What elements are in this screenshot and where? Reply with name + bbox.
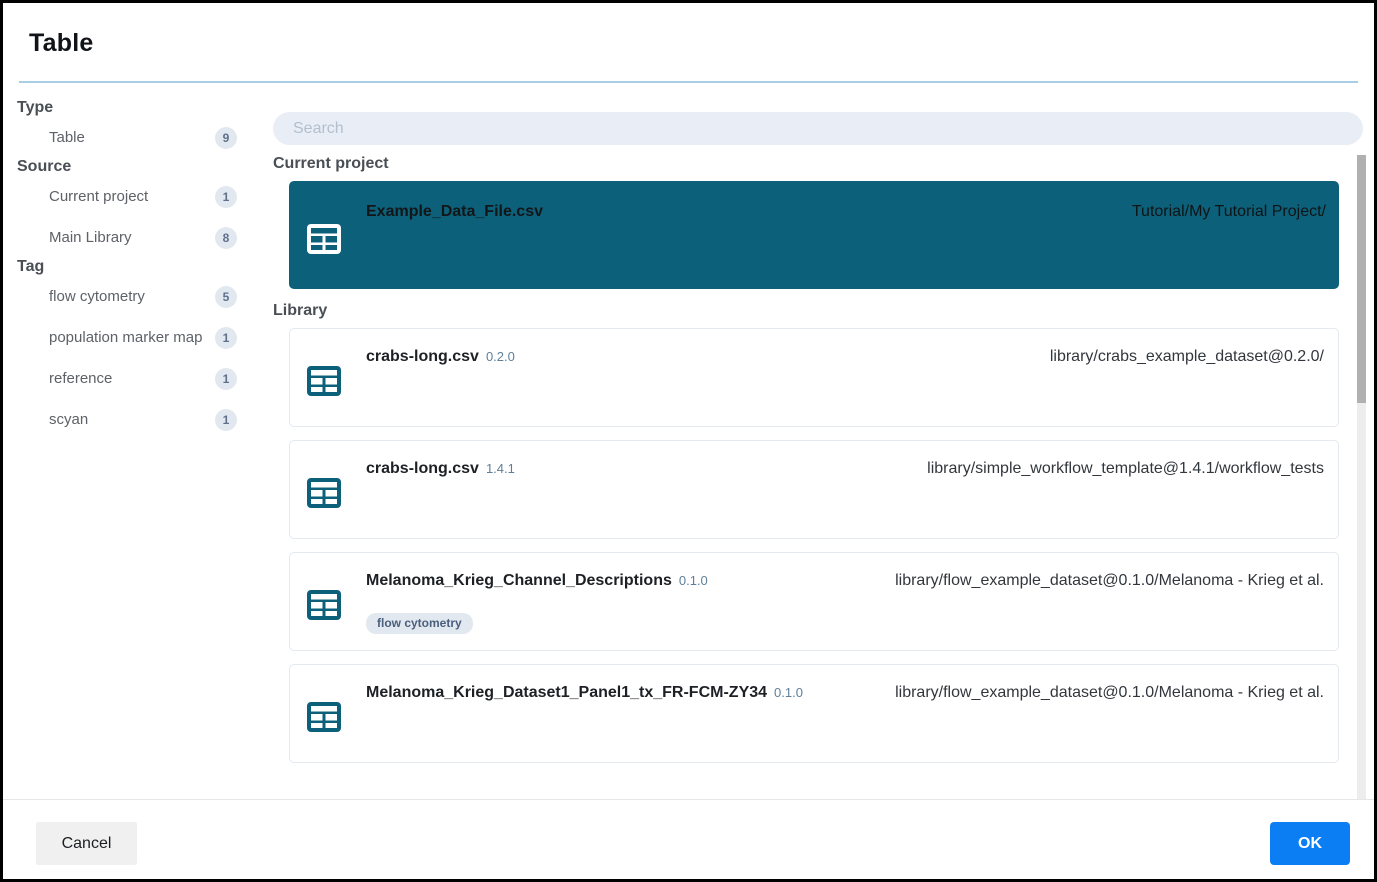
facet-item-table[interactable]: Table 9: [3, 117, 265, 158]
result-item-path: library/flow_example_dataset@0.1.0/Melan…: [895, 572, 1324, 589]
facet-item-label: flow cytometry: [49, 288, 145, 305]
result-item-name: crabs-long.csv 1.4.1: [366, 460, 515, 478]
tag-chip[interactable]: flow cytometry: [366, 613, 473, 634]
facet-item-flow-cytometry[interactable]: flow cytometry 5: [3, 276, 265, 317]
result-item-version: 1.4.1: [485, 461, 515, 476]
result-item-name: Example_Data_File.csv: [366, 203, 543, 221]
result-item[interactable]: crabs-long.csv 1.4.1 library/simple_workfl…: [289, 440, 1339, 539]
result-item-name-text: crabs-long.csv: [366, 348, 479, 365]
table-icon: [305, 474, 343, 512]
facet-item-count: 1: [215, 408, 237, 431]
result-item[interactable]: Melanoma_Krieg_Channel_Descriptions 0.1.0…: [289, 552, 1339, 651]
facet-item-count: 1: [215, 185, 237, 208]
table-icon: [305, 586, 343, 624]
facet-item-label: reference: [49, 370, 113, 387]
table-icon: [305, 362, 343, 400]
ok-button[interactable]: OK: [1270, 822, 1350, 865]
dialog-footer: Cancel OK: [3, 799, 1374, 879]
facet-item-population-marker-map[interactable]: population marker map 1: [3, 317, 265, 358]
facet-item-label: Table: [49, 129, 85, 146]
facet-group-title-tag: Tag: [17, 258, 45, 275]
scrollbar-thumb[interactable]: [1357, 155, 1366, 403]
result-item-version: 0.1.0: [678, 573, 708, 588]
facet-item-count: 1: [215, 326, 237, 349]
table-icon: [305, 698, 343, 736]
result-item-tags: flow cytometry: [366, 613, 473, 634]
result-item-name: Melanoma_Krieg_Channel_Descriptions 0.1.0: [366, 572, 708, 590]
facet-item-count: 8: [215, 226, 237, 249]
result-item-name: crabs-long.csv 0.2.0: [366, 348, 515, 366]
facet-item-label: Main Library: [49, 229, 132, 246]
search-input[interactable]: [273, 112, 1363, 145]
facet-item-label: Current project: [49, 188, 149, 205]
result-item-name-text: crabs-long.csv: [366, 460, 479, 477]
section-title-current-project: Current project: [273, 155, 389, 172]
facet-group-title-type: Type: [17, 99, 54, 116]
header-divider: [19, 81, 1358, 83]
facet-item-count: 9: [215, 126, 237, 149]
result-item-path: Tutorial/My Tutorial Project/: [1131, 203, 1326, 220]
facet-item-scyan[interactable]: scyan 1: [3, 399, 265, 440]
table-icon: [305, 220, 343, 258]
section-title-library: Library: [273, 302, 328, 319]
results-scroll-area: Current project Example_Data_File.csv Tuto…: [265, 155, 1374, 799]
page-title: Table: [29, 29, 94, 57]
result-item[interactable]: crabs-long.csv 0.2.0 library/crabs_example…: [289, 328, 1339, 427]
main-panel: Current project Example_Data_File.csv Tuto…: [265, 99, 1374, 799]
cancel-button[interactable]: Cancel: [36, 822, 137, 865]
result-item-name-text: Melanoma_Krieg_Dataset1_Panel1_tx_FR-FCM…: [366, 684, 768, 701]
dialog-header: Table: [3, 3, 1374, 83]
results-scrollbar[interactable]: [1357, 155, 1366, 799]
result-item-path: library/crabs_example_dataset@0.2.0/: [1049, 348, 1324, 365]
result-item-name-text: Melanoma_Krieg_Channel_Descriptions: [366, 572, 672, 589]
facet-item-current-project[interactable]: Current project 1: [3, 176, 265, 217]
result-item[interactable]: Melanoma_Krieg_Dataset1_Panel1_tx_FR-FCM…: [289, 664, 1339, 763]
facet-item-count: 5: [215, 285, 237, 308]
result-item-name-text: Example_Data_File.csv: [366, 203, 543, 220]
facet-item-label: population marker map: [49, 329, 203, 346]
facet-item-label: scyan: [49, 411, 89, 428]
result-item-version: 0.2.0: [485, 349, 515, 364]
facet-group-title-source: Source: [17, 158, 72, 175]
result-item-version: 0.1.0: [774, 685, 803, 700]
result-item-name: Melanoma_Krieg_Dataset1_Panel1_tx_FR-FCM…: [366, 684, 803, 702]
facet-item-reference[interactable]: reference 1: [3, 358, 265, 399]
result-item-path: library/flow_example_dataset@0.1.0/Melan…: [895, 684, 1324, 701]
facet-item-main-library[interactable]: Main Library 8: [3, 217, 265, 258]
facet-item-count: 1: [215, 367, 237, 390]
result-item[interactable]: Example_Data_File.csv Tutorial/My Tutoria…: [289, 181, 1339, 289]
facet-sidebar: Type Table 9 Source Current project 1 Main Lib…: [3, 99, 265, 799]
dialog-window: Table Type Table 9 Source Current project 1 Ma…: [3, 3, 1374, 879]
result-item-path: library/simple_workflow_template@1.4.1/w…: [927, 460, 1324, 477]
